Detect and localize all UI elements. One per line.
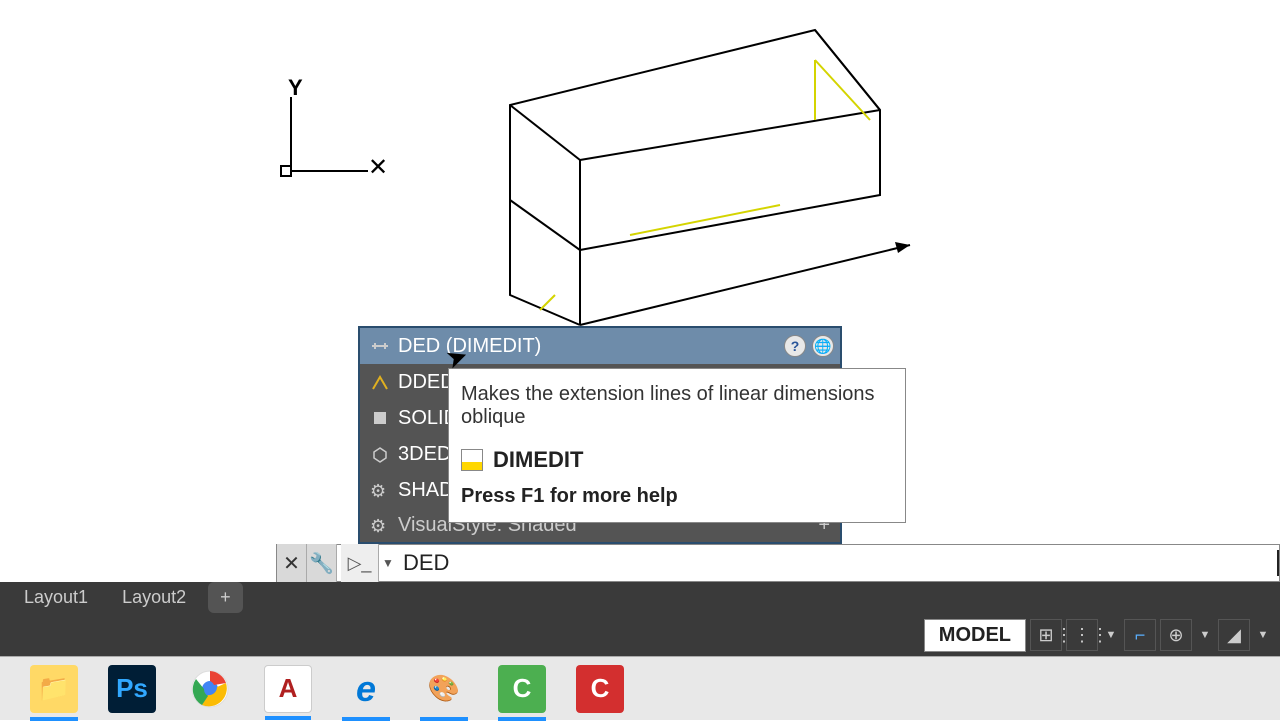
file-explorer-icon[interactable]: 📁 [30,665,78,713]
chrome-icon[interactable] [186,665,234,713]
tab-layout1[interactable]: Layout1 [8,582,104,613]
customize-button[interactable]: 🔧 [307,544,337,582]
polar-dropdown[interactable]: ▼ [1196,629,1214,641]
ddedit-icon [370,372,390,392]
command-input[interactable] [397,550,1279,576]
recorder-icon[interactable]: C [576,665,624,713]
grid-dropdown[interactable]: ▼ [1102,629,1120,641]
ucs-y-axis [290,97,292,172]
tooltip-command-name: DIMEDIT [493,447,583,473]
3d-box-drawing[interactable] [500,20,920,340]
suggestion-label: DED (DIMEDIT) [398,335,541,358]
suggestion-label: SHAD [398,479,454,502]
command-history-dropdown[interactable]: ▼ [379,556,397,570]
3dedit-icon [370,444,390,464]
gear-icon [370,480,390,500]
windows-taskbar: 📁 Ps A e 🎨 C C [0,656,1280,720]
tooltip-help-text: Press F1 for more help [461,485,893,508]
tab-layout2[interactable]: Layout2 [106,582,202,613]
command-prompt-icon[interactable]: ▷_ [341,544,379,582]
paint-icon[interactable]: 🎨 [420,665,468,713]
command-line: ✕ 🔧 ▷_ ▼ [276,544,1280,582]
ortho-icon[interactable]: ⌐ [1124,619,1156,651]
ucs-origin-box [280,165,292,177]
globe-icon[interactable]: 🌐 [812,335,834,357]
solid-icon [370,408,390,428]
help-icon[interactable]: ? [784,335,806,357]
close-commandline-button[interactable]: ✕ [277,544,307,582]
edge-icon[interactable]: e [342,665,390,713]
iso-dropdown[interactable]: ▼ [1254,629,1272,641]
ucs-x-axis [290,170,368,172]
dimedit-icon [370,336,390,356]
tab-add-button[interactable]: + [208,582,243,613]
autocad-icon[interactable]: A [264,665,312,713]
photoshop-icon[interactable]: Ps [108,665,156,713]
grid-dots-icon[interactable]: ⋮⋮⋮ [1066,619,1098,651]
ucs-x-mark: ✕ [368,153,388,182]
command-tooltip: Makes the extension lines of linear dime… [448,368,906,523]
polar-icon[interactable]: ⊕ [1160,619,1192,651]
isodraft-icon[interactable]: ◢ [1218,619,1250,651]
model-space-button[interactable]: MODEL [924,619,1026,652]
suggestion-item-selected[interactable]: DED (DIMEDIT) ? 🌐 [360,328,840,364]
tooltip-command-row: DIMEDIT [461,447,893,473]
tooltip-description: Makes the extension lines of linear dime… [461,383,893,429]
layout-tabs: Layout1 Layout2 + [0,582,1280,614]
gear-icon [370,515,390,535]
suggestion-help-icons: ? 🌐 [784,335,834,357]
status-bar: MODEL ⊞ ⋮⋮⋮ ▼ ⌐ ⊕ ▼ ◢ ▼ [0,614,1280,656]
camtasia-icon[interactable]: C [498,665,546,713]
command-icon [461,449,483,471]
